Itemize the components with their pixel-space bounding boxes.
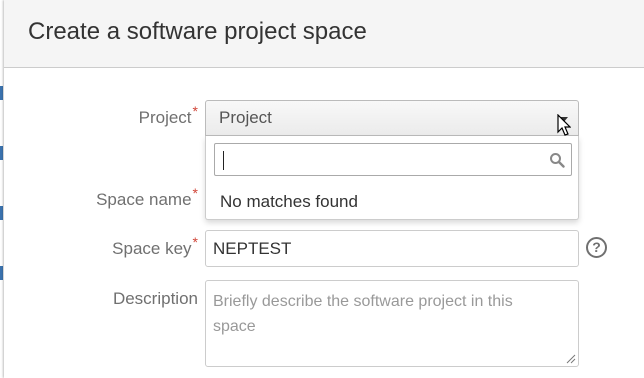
project-label: Project* bbox=[138, 103, 198, 128]
dialog-title: Create a software project space bbox=[28, 18, 367, 45]
required-marker: * bbox=[192, 234, 198, 250]
dialog-header: Create a software project space bbox=[4, 0, 644, 68]
description-placeholder: Briefly describe the software project in… bbox=[213, 293, 513, 335]
backdrop-link-marker bbox=[0, 266, 3, 280]
description-label: Description bbox=[112, 289, 198, 308]
text-caret bbox=[223, 151, 224, 170]
backdrop-link-marker bbox=[0, 86, 3, 100]
space-name-label-text: Space name bbox=[96, 190, 192, 209]
project-label-text: Project bbox=[138, 108, 192, 127]
space-key-label-text: Space key bbox=[112, 239, 192, 258]
backdrop-link-marker bbox=[0, 206, 3, 220]
space-key-label: Space key* bbox=[112, 234, 198, 259]
no-matches-message: No matches found bbox=[220, 192, 358, 211]
resize-handle-icon[interactable] bbox=[566, 354, 576, 364]
help-icon[interactable]: ? bbox=[586, 237, 607, 258]
space-key-input[interactable]: NEPTEST bbox=[205, 230, 579, 267]
space-name-label: Space name* bbox=[96, 185, 198, 210]
project-select[interactable]: Project bbox=[205, 100, 579, 136]
project-select-value: Project bbox=[219, 108, 272, 127]
project-search-input[interactable] bbox=[214, 143, 572, 176]
backdrop-link-marker bbox=[0, 146, 3, 160]
required-marker: * bbox=[192, 103, 198, 119]
mouse-pointer-icon bbox=[557, 114, 571, 136]
required-marker: * bbox=[192, 185, 198, 201]
project-dropdown: No matches found bbox=[205, 136, 579, 220]
search-icon bbox=[550, 153, 565, 168]
description-textarea[interactable]: Briefly describe the software project in… bbox=[205, 280, 579, 367]
space-key-value: NEPTEST bbox=[213, 239, 292, 258]
